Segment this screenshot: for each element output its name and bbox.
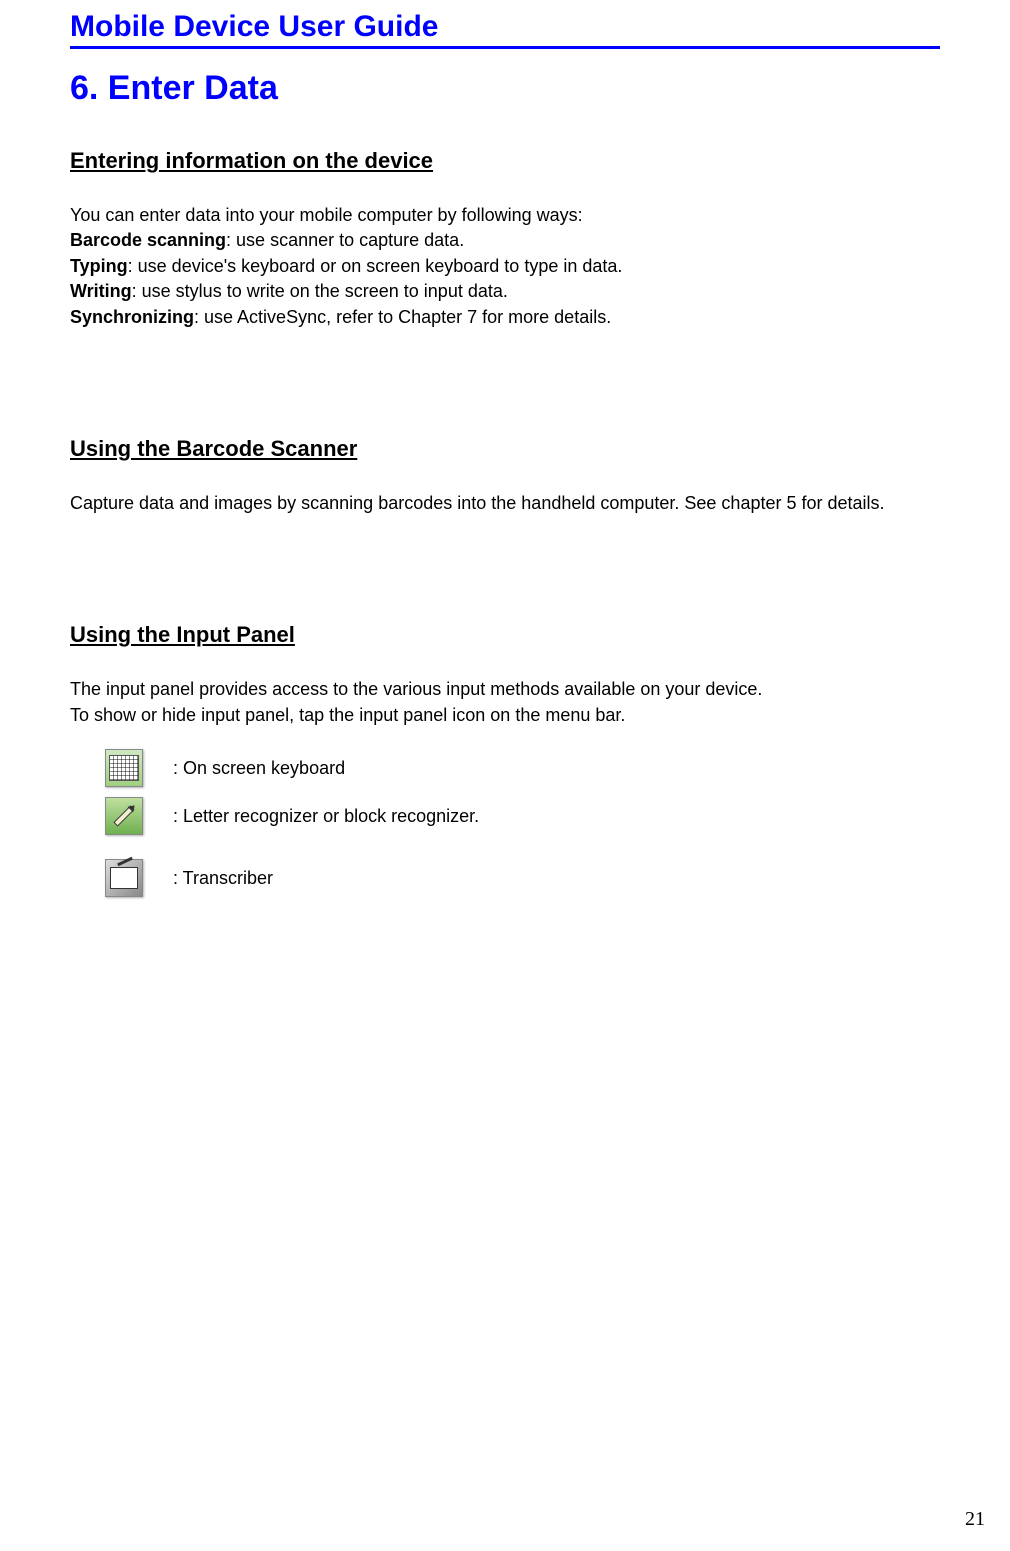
icon-row-keyboard: : On screen keyboard [105,749,940,787]
transcriber-icon [105,859,143,897]
section-2-text: Capture data and images by scanning barc… [70,492,940,515]
doc-title: Mobile Device User Guide [70,10,940,49]
section-1-item-3: Synchronizing: use ActiveSync, refer to … [70,306,940,329]
section-1-heading: Entering information on the device [70,148,940,174]
section-3-line2: To show or hide input panel, tap the inp… [70,704,940,727]
icon-label-keyboard: : On screen keyboard [173,758,345,779]
section-3-line1: The input panel provides access to the v… [70,678,940,701]
section-1-item-2: Writing: use stylus to write on the scre… [70,280,940,303]
item-label: Synchronizing [70,307,194,327]
item-label: Barcode scanning [70,230,226,250]
item-text: : use scanner to capture data. [226,230,464,250]
item-label: Writing [70,281,132,301]
section-1-item-1: Typing: use device's keyboard or on scre… [70,255,940,278]
icon-label-transcriber: : Transcriber [173,868,273,889]
icon-label-recognizer: : Letter recognizer or block recognizer. [173,806,479,827]
item-text: : use device's keyboard or on screen key… [128,256,623,276]
icon-row-transcriber: : Transcriber [105,859,940,897]
keyboard-icon [105,749,143,787]
section-3-heading: Using the Input Panel [70,622,940,648]
page-number: 21 [965,1508,985,1531]
pen-icon [105,797,143,835]
item-text: : use ActiveSync, refer to Chapter 7 for… [194,307,611,327]
item-text: : use stylus to write on the screen to i… [132,281,508,301]
section-1-intro: You can enter data into your mobile comp… [70,204,940,227]
icon-row-recognizer: : Letter recognizer or block recognizer. [105,797,940,835]
item-label: Typing [70,256,128,276]
section-1-item-0: Barcode scanning: use scanner to capture… [70,229,940,252]
section-2-heading: Using the Barcode Scanner [70,436,940,462]
chapter-heading: 6. Enter Data [70,69,940,108]
